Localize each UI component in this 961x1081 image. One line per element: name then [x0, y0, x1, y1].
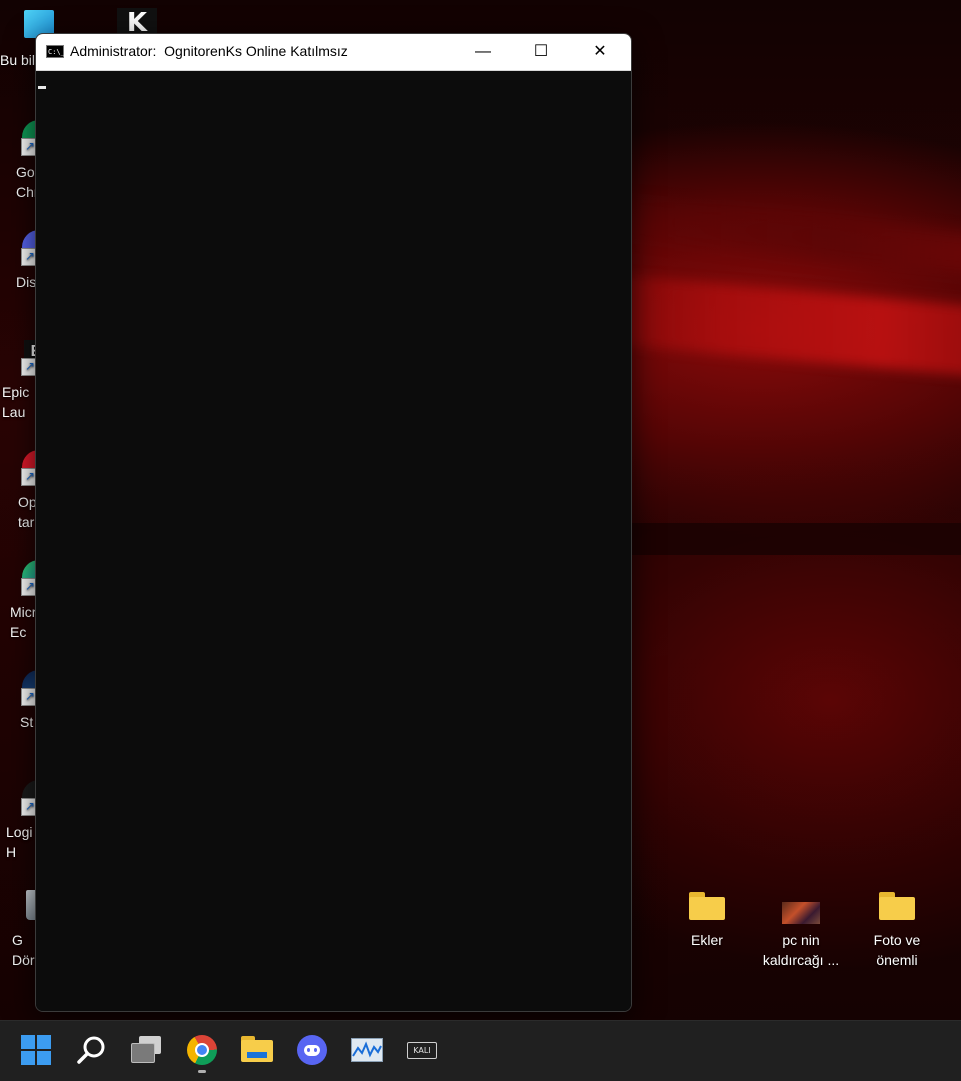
task-view-button[interactable] — [131, 1036, 163, 1064]
desktop-icon-label: pc nin kaldırcağı ... — [762, 932, 840, 968]
cmd-app-icon: C:\_ — [46, 45, 65, 58]
minimize-icon: — — [475, 43, 491, 60]
maximize-icon: ☐ — [533, 43, 549, 60]
desktop-icon-label: Foto ve önemli — [873, 932, 921, 968]
taskbar-file-explorer-button[interactable] — [241, 1036, 273, 1064]
taskbar-chrome-button[interactable] — [187, 1035, 217, 1065]
start-button[interactable] — [21, 1035, 51, 1065]
search-button[interactable] — [76, 1034, 108, 1066]
text-cursor — [38, 86, 46, 89]
desktop-icon-label: Ekler — [691, 932, 723, 948]
taskbar-kali-button[interactable]: KALI — [407, 1040, 437, 1060]
taskbar-resource-monitor-button[interactable] — [351, 1038, 383, 1062]
running-indicator — [198, 1070, 206, 1073]
close-icon: ✕ — [593, 43, 607, 60]
start-icon — [21, 1035, 35, 1049]
minimize-button[interactable]: — — [454, 34, 512, 70]
console-window[interactable]: C:\_ Administrator: OgnitorenKs Online K… — [35, 33, 632, 1012]
console-output-area[interactable] — [36, 71, 631, 1011]
window-titlebar[interactable]: C:\_ Administrator: OgnitorenKs Online K… — [36, 34, 631, 71]
desktop-folder-foto-ve-onemli[interactable]: Foto ve önemli — [852, 890, 942, 970]
folder-icon — [689, 892, 725, 920]
kali-icon: KALI — [407, 1042, 437, 1059]
resource-monitor-icon — [351, 1038, 383, 1062]
close-button[interactable]: ✕ — [571, 34, 629, 70]
kali-label: KALI — [413, 1046, 431, 1055]
k-app-icon[interactable]: K — [117, 8, 157, 38]
taskbar-discord-button[interactable] — [297, 1035, 327, 1065]
maximize-button[interactable]: ☐ — [512, 34, 570, 70]
desktop-file-pc-nin-kaldircagi[interactable]: pc nin kaldırcağı ... — [756, 890, 846, 970]
folder-icon — [879, 892, 915, 920]
desktop-folder-ekler[interactable]: Ekler — [662, 890, 752, 960]
search-icon — [77, 1036, 105, 1064]
window-title: Administrator: OgnitorenKs Online Katılm… — [70, 43, 348, 59]
image-thumbnail-icon — [782, 902, 820, 924]
